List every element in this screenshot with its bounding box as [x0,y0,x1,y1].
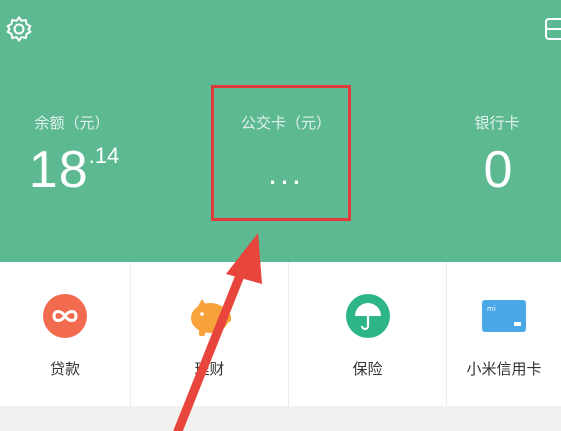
balance-value[interactable]: 18.14 [0,140,154,200]
menu-label-credit-card: 小米信用卡 [466,360,542,378]
menu-label-insurance: 保险 [352,360,383,378]
svg-text:mi: mi [487,305,496,313]
balance-integer: 18 [28,141,89,199]
menu-item-insurance[interactable]: 保险 [289,262,447,406]
credit-card-icon: mi [482,300,526,332]
wallet-header: 余额（元） 18.14 公交卡（元） ... 银行卡 0 [0,0,561,262]
umbrella-icon [345,294,390,338]
infinity-icon [43,294,87,338]
highlight-box [211,85,351,221]
card-icon[interactable] [540,14,561,44]
menu-item-credit-card[interactable]: mi 小米信用卡 [447,262,561,406]
bank-card-label: 银行卡 [474,114,520,132]
balance-label: 余额（元） [34,114,110,132]
bank-card-value[interactable]: 0 [418,140,561,200]
balance-decimal: .14 [88,143,120,168]
services-menu: 贷款 理财 保险 mi 小米信用卡 [0,262,561,406]
bottom-strip [0,406,561,431]
annotation-arrow [173,233,262,431]
gear-icon[interactable] [4,14,34,44]
menu-label-loan: 贷款 [49,360,80,378]
menu-item-loan[interactable]: 贷款 [0,262,131,406]
